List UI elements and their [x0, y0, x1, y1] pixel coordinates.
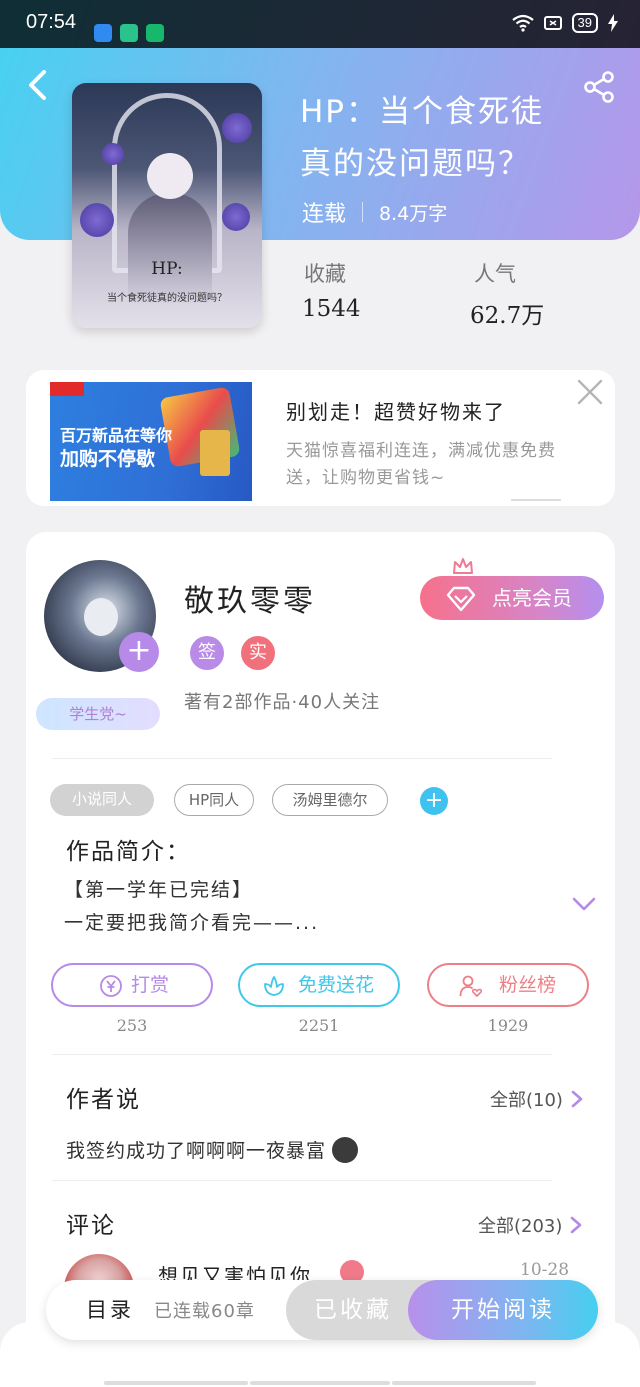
wifi-icon — [511, 14, 534, 32]
send-flower-button[interactable]: 免费送花 — [238, 963, 400, 1007]
book-status-line: 连载 8.4万字 — [302, 196, 447, 228]
cover-flower — [102, 143, 124, 165]
user-heart-icon — [459, 975, 483, 998]
intro-line-2: 一定要把我简介看完——... — [64, 912, 320, 934]
follow-plus-button[interactable]: + — [119, 632, 159, 672]
status-divider — [362, 202, 364, 222]
close-icon[interactable] — [576, 378, 604, 406]
video-app-icon — [120, 24, 138, 42]
comments-heading: 评论 — [66, 1213, 116, 1239]
add-tag-button[interactable]: + — [420, 787, 448, 815]
chevron-down-icon[interactable] — [572, 896, 596, 912]
verified-badge: 实 — [241, 636, 275, 670]
book-title-line-2: 真的没问题吗？ — [300, 146, 531, 182]
intro-text[interactable]: 【第一学年已完结】 一定要把我简介看完——... — [64, 874, 319, 940]
ad-indicator — [511, 499, 561, 501]
status-bar: 07:54 39 — [0, 0, 640, 48]
favorites-value: 1544 — [302, 296, 361, 322]
flower-icon — [264, 976, 284, 996]
chapter-count[interactable]: 已连载60章 — [154, 1297, 255, 1323]
comments-more[interactable]: 全部(203) — [478, 1212, 582, 1238]
intro-line-1: 【第一学年已完结】 — [64, 879, 254, 901]
tag-chip[interactable]: HP同人 — [174, 784, 254, 816]
divider — [52, 758, 552, 759]
comments-more-label: 全部(203) — [478, 1216, 563, 1237]
flower-count: 2251 — [298, 1016, 340, 1035]
start-reading-label: 开始阅读 — [451, 1297, 555, 1323]
author-says-content[interactable]: 我签约成功了啊啊啊一夜暴富 — [66, 1136, 359, 1163]
bottom-action-bar: 目录 已连载60章 已收藏 开始阅读 — [46, 1280, 598, 1340]
battery-level: 39 — [571, 13, 598, 33]
divider — [52, 1054, 552, 1055]
ad-image-line-1: 百万新品在等你 — [60, 426, 173, 445]
status-right: 39 — [511, 13, 618, 33]
cover-flower — [222, 113, 252, 143]
ad-description: 天猫惊喜福利连连，满减优惠免费送，让购物更省钱~ — [286, 441, 556, 488]
home-indicator — [104, 1381, 248, 1385]
book-title: HP：当个食死徒 真的没问题吗？ — [300, 86, 580, 190]
word-count: 8.4万字 — [379, 202, 448, 225]
share-icon[interactable] — [582, 70, 616, 104]
start-reading-button[interactable]: 开始阅读 — [408, 1280, 598, 1340]
signed-badge: 签 — [190, 636, 224, 670]
cover-flower — [80, 203, 114, 237]
author-says-text: 我签约成功了啊啊啊一夜暴富 — [66, 1140, 327, 1162]
crown-icon — [453, 558, 473, 574]
cover-face — [147, 153, 193, 199]
shopping-app-icon — [146, 24, 164, 42]
send-flower-label: 免费送花 — [298, 974, 375, 996]
reward-count: 253 — [116, 1016, 148, 1035]
fan-count: 1929 — [487, 1016, 529, 1035]
emoji-icon — [332, 1136, 359, 1163]
popularity-value: 62.7万 — [470, 303, 545, 329]
popularity-label: 人气 — [474, 262, 516, 286]
cover-subtitle: 当个食死徒真的没问题吗？ — [107, 293, 227, 304]
fan-ranking-button[interactable]: 粉丝榜 — [427, 963, 589, 1007]
book-title-line-1: HP：当个食死徒 — [300, 94, 545, 130]
cover-flower — [222, 203, 250, 231]
toc-button[interactable]: 目录 — [86, 1294, 134, 1324]
serial-status: 连载 — [302, 202, 347, 227]
favorites-label: 收藏 — [304, 262, 346, 286]
fan-ranking-label: 粉丝榜 — [499, 974, 557, 996]
home-indicator — [250, 1381, 390, 1385]
author-info: 著有2部作品·40人关注 — [184, 692, 381, 713]
student-badge: 学生党~ — [36, 698, 160, 730]
intro-heading: 作品简介： — [66, 839, 191, 865]
back-icon[interactable] — [22, 68, 56, 102]
home-indicator — [392, 1381, 536, 1385]
vip-button-label: 点亮会员 — [492, 586, 572, 610]
status-time: 07:54 — [26, 11, 77, 33]
avatar-face — [84, 598, 118, 636]
author-name[interactable]: 敬玖零零 — [184, 576, 316, 620]
tag-chip[interactable]: 汤姆里德尔 — [272, 784, 388, 816]
app-notification-icon — [94, 24, 112, 42]
ad-product-bottle — [200, 430, 230, 476]
charging-icon — [608, 14, 618, 32]
ad-image-line-2: 加购不停歇 — [60, 448, 156, 470]
author-says-more[interactable]: 全部(10) — [490, 1086, 583, 1112]
book-cover[interactable]: HP: 当个食死徒真的没问题吗？ — [72, 83, 262, 328]
ad-brand-tag — [50, 382, 84, 396]
chevron-right-icon — [571, 1090, 583, 1108]
detail-card: + 学生党~ 敬玖零零 签 实 著有2部作品·40人关注 点亮会员 小说同人 H… — [26, 532, 615, 1362]
divider — [52, 1180, 552, 1181]
reward-label: 打赏 — [131, 974, 170, 996]
reward-button[interactable]: 打赏 — [51, 963, 213, 1007]
author-says-heading: 作者说 — [66, 1087, 141, 1113]
sim-icon — [543, 16, 562, 30]
tag-chip[interactable]: 小说同人 — [50, 784, 154, 816]
ad-image[interactable]: 百万新品在等你 加购不停歇 — [50, 382, 252, 501]
book-detail-page: 07:54 39 HP: 当个食死徒真的没问题吗？ HP：当个食死徒 真的没问题… — [0, 0, 640, 1387]
ad-card[interactable]: 百万新品在等你 加购不停歇 别划走！超赞好物来了 天猫惊喜福利连连，满减优惠免费… — [26, 370, 615, 506]
comment-date: 10-28 — [520, 1260, 570, 1280]
cover-figure — [128, 193, 212, 303]
diamond-icon — [446, 586, 476, 612]
saved-button-label: 已收藏 — [314, 1297, 392, 1323]
cover-title: HP: — [151, 259, 183, 279]
ad-title: 别划走！超赞好物来了 — [286, 400, 506, 424]
author-says-more-label: 全部(10) — [490, 1090, 563, 1111]
yen-icon — [100, 975, 122, 997]
chevron-right-icon — [571, 1216, 582, 1234]
